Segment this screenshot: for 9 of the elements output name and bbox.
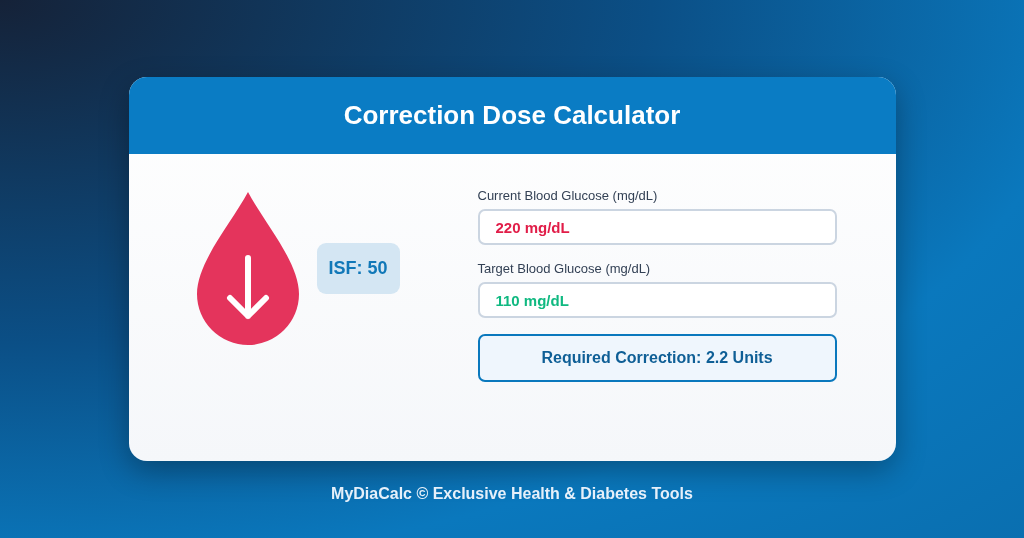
isf-badge: ISF: 50 (316, 242, 400, 294)
field-label: Current Blood Glucose (mg/dL) (477, 188, 659, 203)
input-field[interactable]: 220 mg/dL (477, 209, 837, 245)
field-label: Target Blood Glucose (mg/dL) (477, 261, 652, 276)
blood-drop-icon (196, 191, 299, 345)
footer-text: MyDiaCalc © Exclusive Health & Diabetes Tools (331, 485, 693, 503)
input-field[interactable]: 110 mg/dL (477, 282, 837, 318)
card-title: Correction Dose Calculator (343, 100, 681, 131)
result-box: Required Correction: 2.2 Units (477, 334, 837, 382)
